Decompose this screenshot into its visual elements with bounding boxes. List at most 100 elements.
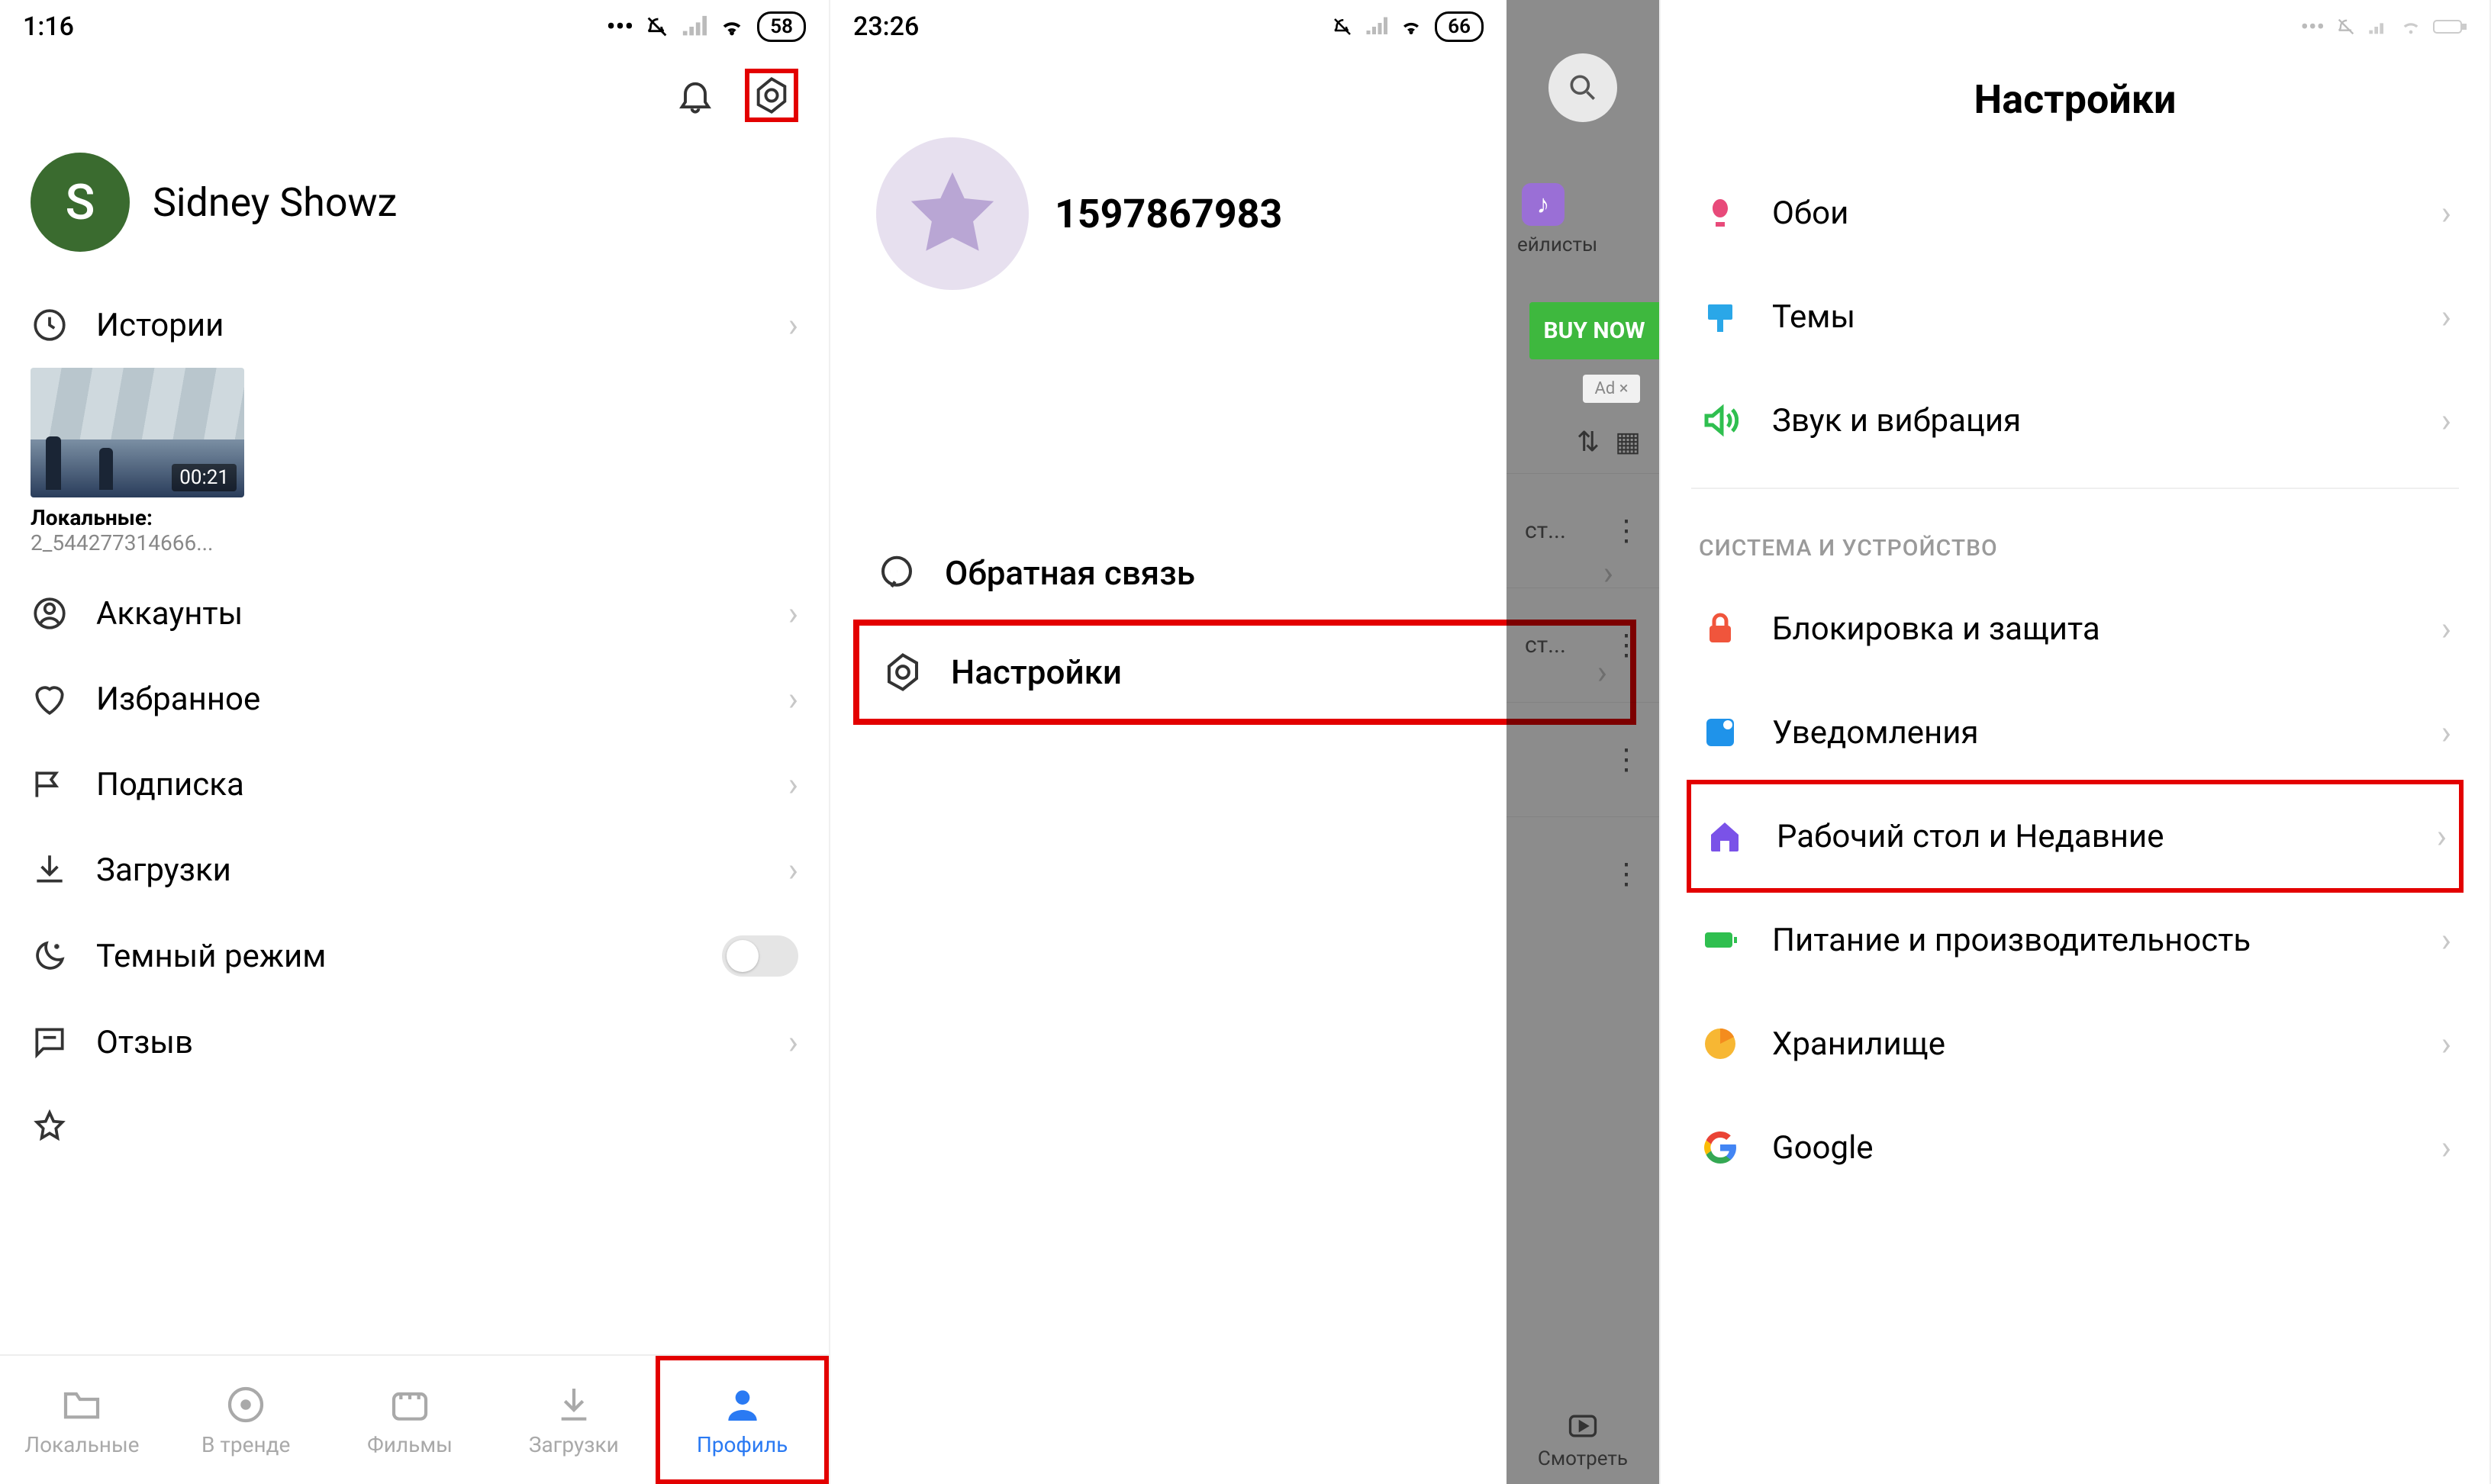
chevron-right-icon: › — [2441, 1024, 2451, 1064]
kebab-icon: ⋮ — [1612, 513, 1641, 548]
chevron-right-icon: › — [788, 850, 798, 890]
bg-playlists-label: ейлисты — [1517, 233, 1659, 256]
phone-3-settings: 23.29 ••• Настройки Обои › Темы › Звук и… — [1661, 0, 2491, 1484]
thumb-caption-file: 2_544277314666... — [31, 530, 798, 555]
nav-movies[interactable]: Фильмы — [328, 1356, 492, 1484]
status-time: 23:26 — [853, 11, 919, 42]
menu-label: Загрузки — [96, 851, 761, 889]
section-header: СИСТЕМА И УСТРОЙСТВО — [1691, 504, 2459, 577]
account-icon — [31, 594, 69, 633]
play-circle-icon — [224, 1383, 267, 1426]
chevron-right-icon: › — [788, 679, 798, 719]
person-icon — [721, 1383, 764, 1426]
status-icons: 66 — [1331, 11, 1484, 42]
settings-label: Звук и вибрация — [1772, 402, 2411, 439]
grid-icon: ▦ — [1615, 426, 1641, 458]
home-icon — [1706, 818, 1743, 855]
settings-button[interactable] — [745, 69, 798, 122]
menu-label: Темный режим — [96, 938, 694, 975]
chevron-right-icon: › — [2441, 713, 2451, 752]
bg-list-row: ст... ⋮ — [1507, 473, 1659, 587]
menu-label: Истории — [96, 307, 761, 344]
menu-feedback[interactable]: Отзыв › — [0, 1000, 829, 1085]
wallpaper-icon — [1702, 195, 1739, 231]
settings-storage[interactable]: Хранилище › — [1691, 992, 2459, 1096]
download-arrow-icon — [553, 1383, 595, 1426]
settings-label: Блокировка и защита — [1772, 610, 2411, 648]
chevron-right-icon: › — [788, 594, 798, 633]
settings-label: Темы — [1772, 298, 2411, 336]
mute-icon — [2335, 16, 2357, 37]
menu-truncated[interactable] — [0, 1085, 829, 1146]
settings-hex-icon — [752, 76, 791, 115]
kebab-icon: ⋮ — [1612, 857, 1641, 891]
menu-subscription[interactable]: Подписка › — [0, 742, 829, 827]
bottom-nav: Локальные В тренде Фильмы Загрузки Профи… — [0, 1354, 829, 1484]
wifi-icon — [2399, 16, 2422, 37]
signal-icon — [2367, 16, 2389, 37]
settings-themes[interactable]: Темы › — [1691, 265, 2459, 369]
nav-label: Загрузки — [529, 1432, 619, 1457]
mute-icon — [1331, 15, 1354, 38]
more-dots-icon: ••• — [607, 11, 634, 42]
folder-icon — [60, 1383, 103, 1426]
bg-music-tile: ♪ — [1522, 183, 1565, 226]
settings-desktop-recents[interactable]: Рабочий стол и Недавние › — [1687, 780, 2464, 893]
menu-dark-mode[interactable]: Темный режим — [0, 913, 829, 1000]
status-icons: ••• — [2301, 14, 2467, 40]
menu-favorites[interactable]: Избранное › — [0, 656, 829, 742]
lock-icon — [1702, 610, 1739, 647]
settings-label: Питание и производительность — [1772, 922, 2411, 959]
menu-accounts[interactable]: Аккаунты › — [0, 571, 829, 656]
settings-power[interactable]: Питание и производительность › — [1691, 888, 2459, 992]
settings-notifications[interactable]: Уведомления › — [1691, 681, 2459, 784]
thumb-caption-title: Локальные: — [31, 505, 798, 530]
status-icons: ••• 58 — [607, 11, 806, 42]
clapper-icon — [388, 1383, 431, 1426]
bg-sort-grid-icons: ⇅ ▦ — [1507, 410, 1659, 473]
history-thumbnail-block[interactable]: 00:21 Локальные: 2_544277314666... — [0, 368, 829, 571]
nav-downloads[interactable]: Загрузки — [491, 1356, 656, 1484]
settings-label: Рабочий стол и Недавние — [1777, 818, 2406, 855]
bg-row-text: ст... — [1525, 632, 1566, 658]
nav-local[interactable]: Локальные — [0, 1356, 164, 1484]
video-thumbnail[interactable]: 00:21 — [31, 368, 244, 497]
chat-bubble-icon — [876, 552, 917, 594]
settings-label: Уведомления — [1772, 714, 2411, 752]
kebab-icon: ⋮ — [1612, 628, 1641, 662]
settings-google[interactable]: Google › — [1691, 1096, 2459, 1199]
status-bar: 1:16 ••• 58 — [0, 0, 829, 53]
chevron-right-icon: › — [788, 1022, 798, 1062]
settings-label: Хранилище — [1772, 1025, 2411, 1063]
menu-label: Обратная связь — [945, 553, 1576, 593]
search-icon — [1566, 71, 1600, 105]
google-icon — [1702, 1129, 1739, 1166]
settings-sound[interactable]: Звук и вибрация › — [1691, 369, 2459, 472]
settings-list: Обои › Темы › Звук и вибрация › СИСТЕМА … — [1661, 161, 2489, 1199]
menu-histories[interactable]: Истории › — [0, 282, 829, 368]
nav-profile[interactable]: Профиль — [656, 1356, 829, 1484]
chevron-right-icon: › — [788, 765, 798, 804]
nav-label: В тренде — [201, 1432, 290, 1457]
phone-2-account: 23:26 66 1597867983 Обратная связь › Нас… — [830, 0, 1661, 1484]
kebab-icon: ⋮ — [1612, 742, 1641, 777]
notifications-button[interactable] — [669, 69, 722, 122]
bell-icon — [675, 76, 715, 115]
moon-icon — [31, 937, 69, 975]
dark-mode-toggle[interactable] — [722, 935, 798, 977]
menu-downloads[interactable]: Загрузки › — [0, 827, 829, 913]
settings-lock[interactable]: Блокировка и защита › — [1691, 577, 2459, 681]
signal-icon — [681, 14, 707, 40]
bg-list-row: ⋮ — [1507, 702, 1659, 816]
bg-ad-badge: Ad × — [1583, 375, 1640, 403]
menu-label: Аккаунты — [96, 595, 761, 633]
avatar-initial: S — [66, 174, 95, 231]
settings-wallpaper[interactable]: Обои › — [1691, 161, 2459, 265]
nav-trending[interactable]: В тренде — [164, 1356, 328, 1484]
bg-buy-button: BUY NOW — [1529, 302, 1659, 359]
user-header[interactable]: S Sidney Showz — [0, 137, 829, 282]
menu-label: Отзыв — [96, 1024, 761, 1061]
sound-icon — [1702, 402, 1739, 439]
avatar — [876, 137, 1029, 290]
avatar: S — [31, 153, 130, 252]
